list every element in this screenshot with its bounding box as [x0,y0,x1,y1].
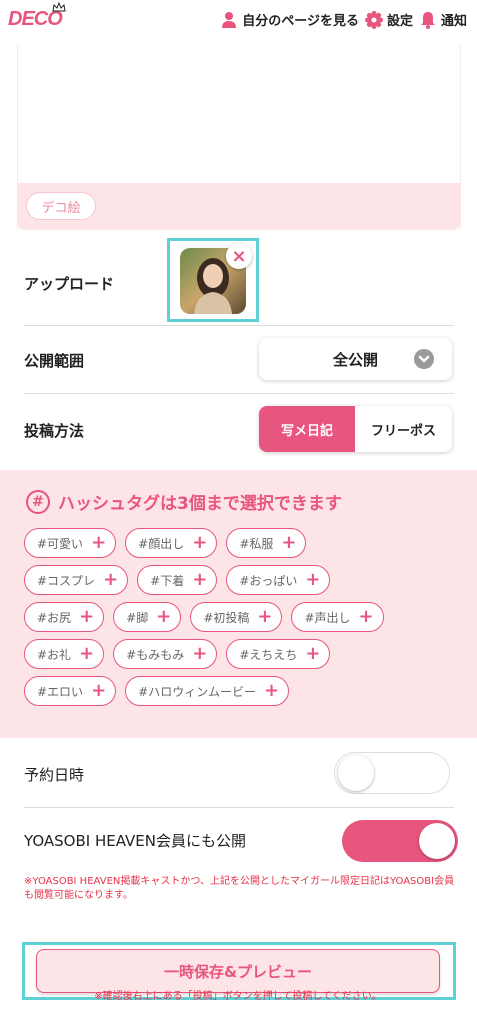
divider [24,325,454,326]
upload-label: アップロード [24,275,115,293]
toggle-knob [419,823,455,859]
hashtag-text: #もみもみ [126,647,185,662]
hashtag-text: #コスプレ [37,573,96,588]
hashtag-chip[interactable]: #可愛い + [24,528,117,558]
post-method-option-diary[interactable]: 写メ日記 [259,406,355,452]
toggle-knob [338,755,374,791]
hashtag-text: #初投稿 [203,610,250,625]
settings-link[interactable]: 設定 [364,10,413,29]
hashtag-chip[interactable]: #おっぱい + [226,565,331,595]
schedule-label: 予約日時 [24,766,85,784]
hashtag-text: #下着 [150,573,185,588]
hashtag-text: #えちえち [239,647,298,662]
post-method-toggle: 写メ日記 フリーポス [259,406,452,452]
hashtag-chip[interactable]: #エロい + [24,676,117,706]
hashtag-icon: # [26,489,50,514]
app-header: DECO 自分のページを見る 設定 通知 [0,0,477,44]
deco-art-button[interactable]: デコ絵 [26,192,96,220]
plus-icon: + [79,606,95,627]
remove-photo-button[interactable]: × [226,243,252,269]
hashtag-chip[interactable]: #私服 + [226,528,307,558]
hashtag-chip[interactable]: #もみもみ + [113,639,218,669]
plus-icon: + [192,569,208,590]
plus-icon: + [192,643,208,664]
hashtag-chip[interactable]: #えちえち + [226,639,331,669]
chevron-down-icon [414,349,434,369]
hashtag-chip[interactable]: #顔出し + [125,528,218,558]
header-nav: 自分のページを見る 設定 通知 [220,10,467,29]
hashtag-chip[interactable]: #声出し + [291,602,384,632]
hashtag-chip[interactable]: #お礼 + [24,639,105,669]
my-page-label: 自分のページを見る [242,14,359,29]
bottom-note: ※確認後右上にある「投稿」ボタンを押して投稿してください。 [94,991,382,1002]
plus-icon: + [257,606,273,627]
hashtag-row: #可愛い + #顔出し + #私服 + [24,528,464,558]
schedule-toggle[interactable] [334,752,450,794]
hashtag-chip[interactable]: #下着 + [137,565,218,595]
crown-icon [52,2,66,12]
hashtag-text: #顔出し [138,536,185,551]
hashtag-list: #可愛い + #顔出し + #私服 + #コスプレ + #下着 + #おっぱい + #お尻 +… [24,528,464,713]
notifications-label: 通知 [440,14,467,29]
notifications-link[interactable]: 通知 [419,10,467,29]
plus-icon: + [358,606,374,627]
hashtag-chip[interactable]: #初投稿 + [190,602,283,632]
hashtag-chip[interactable]: #コスプレ + [24,565,129,595]
close-icon: × [231,245,247,267]
yoasobi-note: ※YOASOBI HEAVEN掲載キャストかつ、上記を公開としたマイガール限定日… [24,876,455,901]
hashtag-row: #エロい + #ハロウィンムービー + [24,676,464,706]
hashtag-chip[interactable]: #脚 + [113,602,182,632]
plus-icon: + [281,532,297,553]
plus-icon: + [305,643,321,664]
plus-icon: + [91,532,107,553]
user-icon [222,11,237,28]
yoasobi-label: YOASOBI HEAVEN会員にも公開 [24,832,246,850]
plus-icon: + [263,680,280,701]
visibility-value: 全公開 [332,350,378,369]
plus-icon: + [305,569,321,590]
visibility-select[interactable]: 全公開 [259,338,452,380]
hashtag-text: #エロい [37,684,84,699]
yoasobi-toggle[interactable] [342,820,458,862]
hashtag-text: #私服 [239,536,274,551]
hashtag-title: ハッシュタグは3個まで選択できます [58,494,342,514]
bell-icon [420,11,435,29]
hashtag-text: #お尻 [37,610,72,625]
gear-icon [364,10,383,29]
post-method-label: 投稿方法 [24,422,85,440]
save-preview-button[interactable]: 一時保存&プレビュー [36,949,440,993]
my-page-link[interactable]: 自分のページを見る [220,10,359,29]
hashtag-text: #おっぱい [239,573,298,588]
hashtag-text: #声出し [304,610,351,625]
plus-icon: + [156,606,172,627]
visibility-label: 公開範囲 [24,352,85,370]
post-method-option-free[interactable]: フリーポス [355,406,452,452]
settings-label: 設定 [386,14,413,29]
plus-icon: + [192,532,208,553]
hashtag-chip[interactable]: #お尻 + [24,602,105,632]
hashtag-text: #ハロウィンムービー [138,684,256,699]
hashtag-row: #お礼 + #もみもみ + #えちえち + [24,639,464,669]
hashtag-header: # ハッシュタグは3個まで選択できます [26,489,342,514]
divider [24,807,454,808]
hashtag-row: #お尻 + #脚 + #初投稿 + #声出し + [24,602,464,632]
hashtag-text: #可愛い [37,536,84,551]
hashtag-row: #コスプレ + #下着 + #おっぱい + [24,565,464,595]
plus-icon: + [79,643,95,664]
hashtag-text: #脚 [126,610,149,625]
hashtag-chip[interactable]: #ハロウィンムービー + [125,676,290,706]
hashtag-text: #お礼 [37,647,72,662]
divider [24,393,454,394]
plus-icon: + [91,680,107,701]
plus-icon: + [103,569,119,590]
